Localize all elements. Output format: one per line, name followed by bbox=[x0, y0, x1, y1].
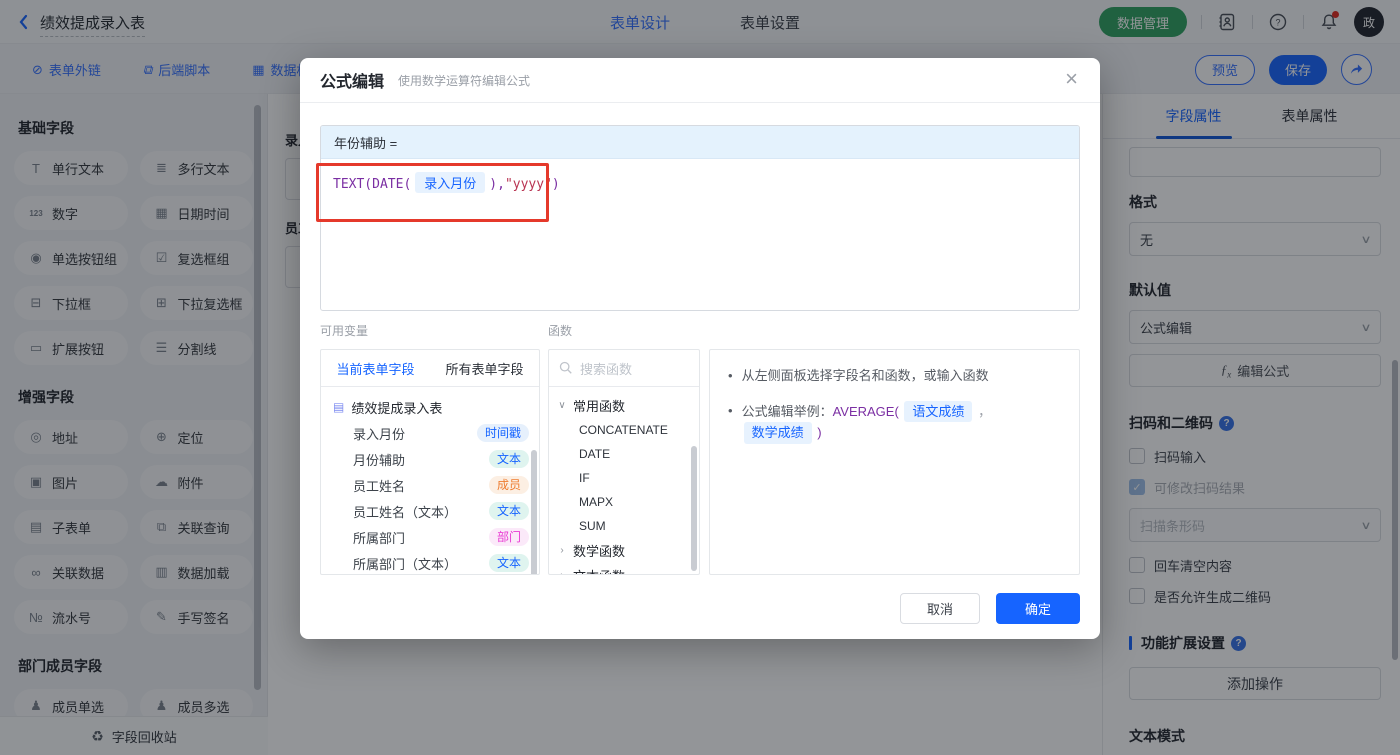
function-item-SUM[interactable]: SUM bbox=[549, 514, 699, 538]
functions-panel: 搜索函数 ∨常用函数CONCATENATEDATEIFMAPXSUM›数学函数›… bbox=[548, 349, 700, 575]
function-item-MAPX[interactable]: MAPX bbox=[549, 490, 699, 514]
variable-type-badge: 文本 bbox=[489, 450, 529, 468]
bullet: • bbox=[728, 366, 733, 386]
example-field-pill: 语文成绩 bbox=[904, 401, 972, 423]
function-group-文本函数[interactable]: › 文本函数 bbox=[549, 563, 699, 575]
cancel-button[interactable]: 取消 bbox=[900, 593, 980, 624]
function-group-label: 文本函数 bbox=[573, 566, 625, 575]
formula-function-token: TEXT(DATE( bbox=[333, 177, 411, 192]
list-scrollbar[interactable] bbox=[691, 446, 697, 571]
function-group-label: 常用函数 bbox=[573, 396, 625, 415]
formula-token: ), bbox=[489, 177, 505, 192]
function-group-数学函数[interactable]: › 数学函数 bbox=[549, 538, 699, 563]
modal-header: 公式编辑 使用数学运算符编辑公式 × bbox=[300, 58, 1100, 103]
search-icon bbox=[559, 361, 573, 375]
formula-field-pill[interactable]: 录入月份 bbox=[415, 172, 485, 193]
modal-subtitle: 使用数学运算符编辑公式 bbox=[398, 72, 530, 89]
variables-tab-当前表单字段[interactable]: 当前表单字段 bbox=[321, 350, 430, 386]
variables-list: ▤绩效提成录入表 录入月份时间戳月份辅助文本员工姓名成员员工姓名（文本）文本所属… bbox=[321, 387, 539, 575]
modal-title: 公式编辑 bbox=[320, 68, 384, 92]
formula-string-token: "yyyy" bbox=[505, 177, 552, 192]
variables-tabs: 当前表单字段所有表单字段 bbox=[321, 350, 539, 387]
variable-row[interactable]: 员工姓名 成员 bbox=[321, 472, 539, 498]
function-search-input[interactable]: 搜索函数 bbox=[549, 350, 699, 387]
variable-name: 员工姓名 bbox=[353, 476, 405, 495]
close-icon[interactable]: × bbox=[1065, 68, 1078, 90]
chevron-down-icon: ∨ bbox=[557, 400, 567, 411]
document-icon: ▤ bbox=[333, 400, 344, 414]
search-placeholder: 搜索函数 bbox=[580, 359, 632, 378]
variable-row[interactable]: 所属部门 部门 bbox=[321, 524, 539, 550]
app-window: 绩效提成录入表 表单设计表单设置 数据管理 ? 政 ⊘表单外链⧉后端脚本▦数据权… bbox=[0, 0, 1400, 755]
chevron-right-icon: › bbox=[557, 545, 567, 556]
variable-name: 所属部门（文本） bbox=[353, 554, 457, 573]
bullet: • bbox=[728, 401, 733, 444]
variable-row[interactable]: 员工姓名（文本） 文本 bbox=[321, 498, 539, 524]
function-tree: ∨ 常用函数 CONCATENATEDATEIFMAPXSUM › 数学函数 › 文本函数 bbox=[549, 387, 699, 575]
variables-tab-所有表单字段[interactable]: 所有表单字段 bbox=[430, 350, 539, 386]
function-item-IF[interactable]: IF bbox=[549, 466, 699, 490]
variable-name: 员工姓名（文本） bbox=[353, 502, 457, 521]
confirm-button[interactable]: 确定 bbox=[996, 593, 1080, 624]
example-field-pill: 数学成绩 bbox=[744, 422, 812, 444]
help-tip: •从左侧面板选择字段名和函数，或输入函数 bbox=[728, 366, 1061, 386]
formula-editor[interactable]: 年份辅助 = TEXT(DATE( 录入月份),"yyyy") bbox=[320, 125, 1080, 311]
function-group-label: 数学函数 bbox=[573, 541, 625, 560]
variable-type-badge: 文本 bbox=[489, 554, 529, 572]
help-tip-example: •公式编辑举例：AVERAGE( 语文成绩 ， 数学成绩 ) bbox=[728, 401, 1061, 444]
formula-help-panel: •从左侧面板选择字段名和函数，或输入函数 •公式编辑举例：AVERAGE( 语文… bbox=[709, 349, 1080, 575]
formula-token: ) bbox=[552, 177, 560, 192]
functions-label: 函数 bbox=[548, 322, 572, 339]
formula-edit-modal: 公式编辑 使用数学运算符编辑公式 × 年份辅助 = TEXT(DATE( 录入月份… bbox=[300, 58, 1100, 639]
list-scrollbar[interactable] bbox=[531, 450, 537, 575]
variable-name: 所属部门 bbox=[353, 528, 405, 547]
variable-name: 录入月份 bbox=[353, 424, 405, 443]
function-item-CONCATENATE[interactable]: CONCATENATE bbox=[549, 418, 699, 442]
form-root-node[interactable]: ▤ 绩效提成录入表 bbox=[321, 394, 539, 420]
form-root-label: 绩效提成录入表 bbox=[351, 398, 442, 417]
variable-name: 月份辅助 bbox=[353, 450, 405, 469]
variable-type-badge: 时间戳 bbox=[477, 424, 529, 442]
variables-panel: 当前表单字段所有表单字段 ▤绩效提成录入表 录入月份时间戳月份辅助文本员工姓名成… bbox=[320, 349, 540, 575]
formula-expression[interactable]: TEXT(DATE( 录入月份),"yyyy") bbox=[321, 159, 1079, 206]
function-group-常用函数[interactable]: ∨ 常用函数 bbox=[549, 393, 699, 418]
variable-type-badge: 部门 bbox=[489, 528, 529, 546]
variable-row[interactable]: 录入月份 时间戳 bbox=[321, 420, 539, 446]
formula-target: 年份辅助 = bbox=[321, 126, 1079, 159]
variable-type-badge: 文本 bbox=[489, 502, 529, 520]
variable-row[interactable]: 所属部门（文本） 文本 bbox=[321, 550, 539, 575]
variables-label: 可用变量 bbox=[320, 322, 368, 339]
function-item-DATE[interactable]: DATE bbox=[549, 442, 699, 466]
chevron-right-icon: › bbox=[557, 570, 567, 575]
variable-row[interactable]: 月份辅助 文本 bbox=[321, 446, 539, 472]
variable-type-badge: 成员 bbox=[489, 476, 529, 494]
